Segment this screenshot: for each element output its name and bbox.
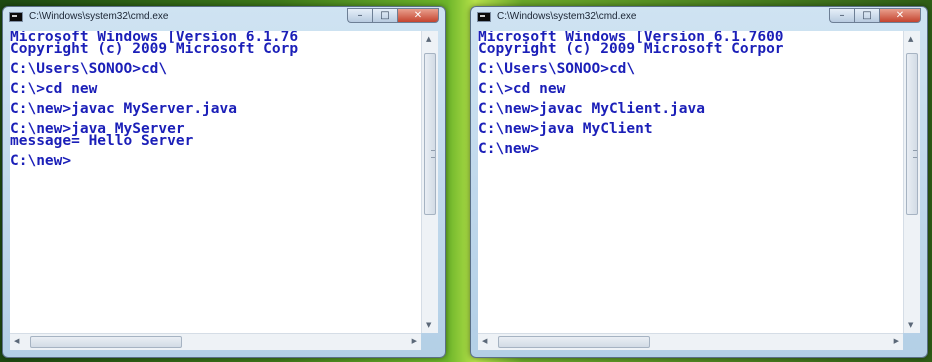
grip-icon	[431, 150, 435, 158]
console-line: message= Hello Server	[10, 133, 194, 149]
cmd-window-server[interactable]: C:\Windows\system32\cmd.exe – □ ✕ Micros…	[2, 6, 446, 358]
window-title: C:\Windows\system32\cmd.exe	[497, 11, 637, 22]
window-title: C:\Windows\system32\cmd.exe	[29, 11, 169, 22]
horizontal-scrollbar[interactable]: ◀ ▶	[478, 333, 903, 350]
console-line: C:\new>	[10, 153, 72, 169]
console-line: C:\Users\SONOO>cd\	[10, 61, 168, 77]
title-bar[interactable]: C:\Windows\system32\cmd.exe – □ ✕	[471, 7, 927, 27]
vertical-scrollbar[interactable]: ▲ ▼	[903, 31, 920, 333]
grip-icon	[913, 150, 917, 158]
close-button[interactable]: ✕	[397, 8, 439, 23]
minimize-button[interactable]: –	[347, 8, 372, 23]
horizontal-scrollbar[interactable]: ◀ ▶	[10, 333, 421, 350]
console-line: Copyright (c) 2009 Microsoft Corp	[10, 41, 299, 57]
vertical-scroll-thumb[interactable]	[424, 53, 436, 215]
console-line: C:\>cd new	[478, 81, 566, 97]
console-output[interactable]: Microsoft Windows [Version 6.1.7600 Copy…	[478, 31, 903, 333]
cmd-window-icon[interactable]	[477, 12, 491, 22]
up-arrow-icon[interactable]: ▲	[908, 35, 913, 43]
cmd-window-client[interactable]: C:\Windows\system32\cmd.exe – □ ✕ Micros…	[470, 6, 928, 358]
console-line: C:\Users\SONOO>cd\	[478, 61, 636, 77]
right-arrow-icon[interactable]: ▶	[412, 337, 417, 345]
console-line: C:\new>javac MyServer.java	[10, 101, 237, 117]
window-controls: – □ ✕	[347, 8, 439, 24]
cmd-window-icon[interactable]	[9, 12, 23, 22]
down-arrow-icon[interactable]: ▼	[908, 321, 913, 329]
left-arrow-icon[interactable]: ◀	[482, 337, 487, 345]
horizontal-scroll-thumb[interactable]	[30, 336, 182, 348]
console-line: C:\>cd new	[10, 81, 98, 97]
vertical-scroll-thumb[interactable]	[906, 53, 918, 215]
close-button[interactable]: ✕	[879, 8, 921, 23]
console-output[interactable]: Microsoft Windows [Version 6.1.76 Copyri…	[10, 31, 421, 333]
console-line: C:\new>	[478, 141, 540, 157]
down-arrow-icon[interactable]: ▼	[426, 321, 431, 329]
maximize-button[interactable]: □	[372, 8, 397, 23]
console-line: C:\new>java MyClient	[478, 121, 653, 137]
left-arrow-icon[interactable]: ◀	[14, 337, 19, 345]
console-line: C:\new>javac MyClient.java	[478, 101, 705, 117]
title-bar[interactable]: C:\Windows\system32\cmd.exe – □ ✕	[3, 7, 445, 27]
console-line: Copyright (c) 2009 Microsoft Corpor	[478, 41, 784, 57]
horizontal-scroll-thumb[interactable]	[498, 336, 650, 348]
right-arrow-icon[interactable]: ▶	[894, 337, 899, 345]
up-arrow-icon[interactable]: ▲	[426, 35, 431, 43]
maximize-button[interactable]: □	[854, 8, 879, 23]
vertical-scrollbar[interactable]: ▲ ▼	[421, 31, 438, 333]
window-controls: – □ ✕	[829, 8, 921, 24]
minimize-button[interactable]: –	[829, 8, 854, 23]
